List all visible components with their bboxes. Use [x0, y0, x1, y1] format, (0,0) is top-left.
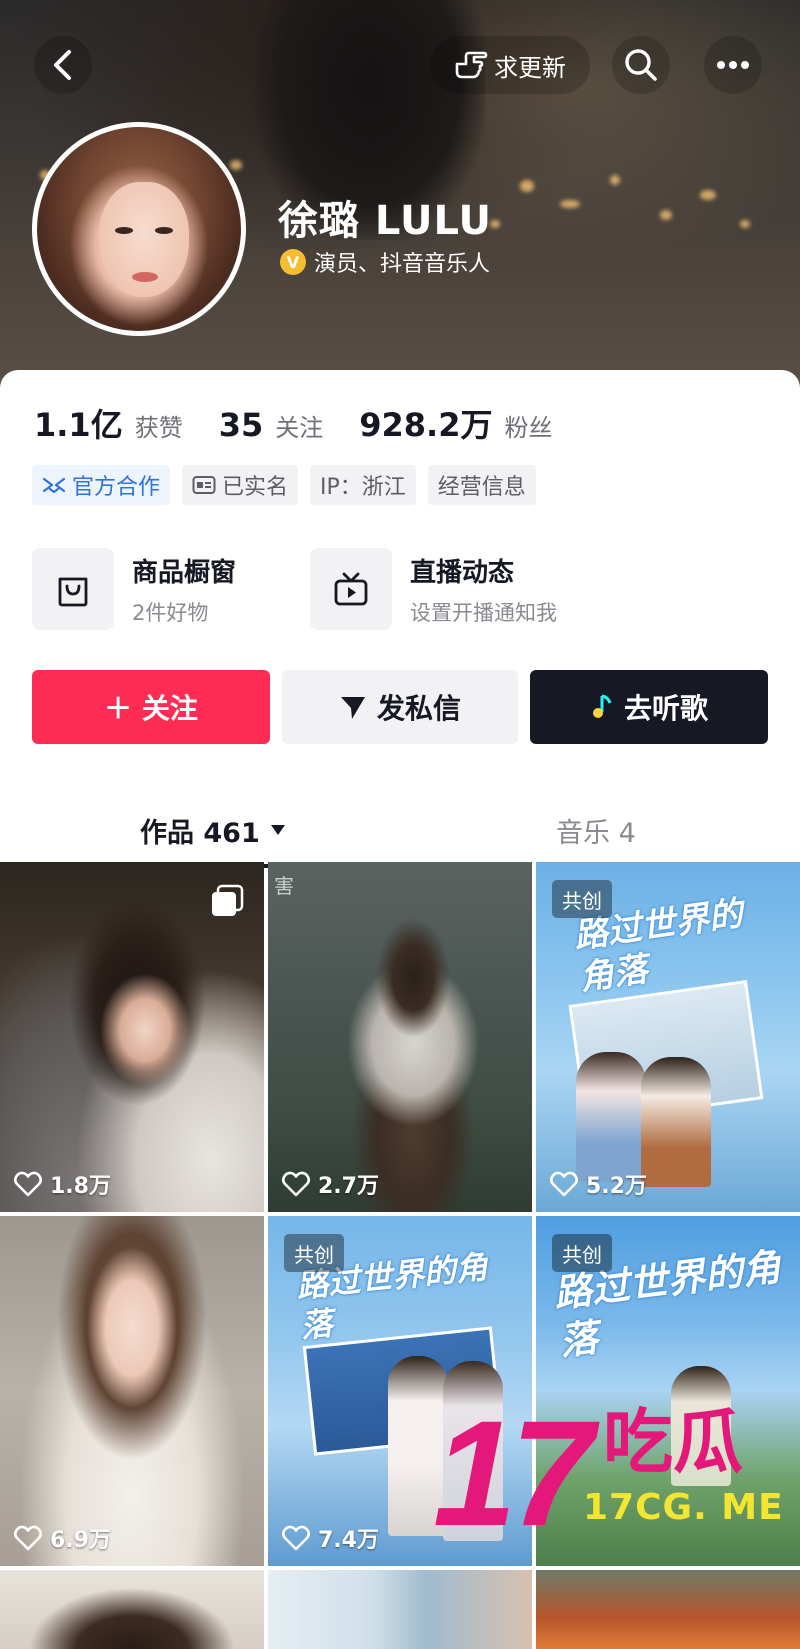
video-likes: 1.8万: [14, 1168, 111, 1200]
more-dots-icon: [717, 61, 749, 69]
id-card-icon: [192, 476, 216, 494]
more-button[interactable]: [704, 36, 762, 94]
verification-text: 演员、抖音音乐人: [314, 252, 491, 277]
cocreate-badge: 共创: [552, 880, 612, 918]
video-likes: 7.4万: [282, 1522, 379, 1554]
followers-label: 粉丝: [504, 414, 553, 442]
feature-row: 商品橱窗 2件好物 直播动态 设置开播通知我: [32, 548, 772, 630]
tab-music[interactable]: 音乐 4: [556, 790, 636, 870]
video-thumbnail[interactable]: [0, 1570, 264, 1649]
live-updates-entry[interactable]: 直播动态 设置开播通知我: [310, 548, 557, 630]
heart-icon: [550, 1171, 578, 1197]
action-buttons: ＋ 关注 发私信 去听歌: [32, 670, 768, 744]
cocreate-badge: 共创: [284, 1234, 344, 1272]
profile-name: 徐璐 LULU: [278, 198, 493, 244]
handshake-icon: [42, 477, 66, 494]
tag-business-info[interactable]: 经营信息: [427, 465, 536, 505]
tab-works[interactable]: 作品 461: [140, 790, 286, 870]
video-thumbnail[interactable]: 害 2.7万: [268, 862, 532, 1212]
chevron-left-icon: [54, 50, 71, 80]
request-update-button[interactable]: 求更新: [430, 36, 590, 94]
verified-badge-icon: V: [280, 249, 306, 275]
message-button[interactable]: 发私信: [282, 670, 518, 744]
heart-icon: [282, 1171, 310, 1197]
shop-window-entry[interactable]: 商品橱窗 2件好物: [32, 548, 236, 630]
video-thumbnail[interactable]: [536, 1570, 800, 1649]
following-count[interactable]: 35: [219, 406, 264, 444]
top-bar: 求更新: [0, 20, 800, 100]
music-note-icon: [592, 694, 612, 718]
likes-label: 获赞: [134, 414, 183, 442]
following-label: 关注: [275, 414, 324, 442]
watermark-logo: 17 吃瓜 17CG. ME: [433, 1389, 784, 1557]
tv-icon: [334, 572, 368, 606]
avatar[interactable]: [32, 122, 246, 336]
hand-pointer-icon: [455, 51, 488, 79]
heart-icon: [282, 1525, 310, 1551]
back-button[interactable]: [34, 36, 92, 94]
video-thumbnail[interactable]: 路过世界的角落 共创 5.2万: [536, 862, 800, 1212]
multi-image-icon: [212, 884, 244, 916]
search-button[interactable]: [612, 36, 670, 94]
video-thumbnail[interactable]: 6.9万: [0, 1216, 264, 1566]
poster-text: 害: [274, 874, 294, 898]
profile-tags: 官方合作 已实名 IP：浙江 经营信息: [32, 465, 536, 505]
listen-music-button[interactable]: 去听歌: [530, 670, 768, 744]
request-update-label: 求更新: [494, 53, 566, 82]
search-icon: [625, 49, 657, 81]
likes-count[interactable]: 1.1亿: [34, 400, 123, 446]
tag-verified-name[interactable]: 已实名: [182, 465, 299, 505]
tag-official-cooperation[interactable]: 官方合作: [32, 465, 171, 505]
content-tabs: 作品 461 音乐 4: [0, 790, 800, 870]
profile-header: 求更新 徐璐 LULU V 演员、抖音音乐人: [0, 0, 800, 390]
verification-row: V 演员、抖音音乐人: [280, 246, 490, 278]
shopping-bag-icon: [58, 577, 88, 607]
cocreate-badge: 共创: [552, 1234, 612, 1272]
caret-down-icon: [270, 825, 285, 835]
video-thumbnail[interactable]: 1.8万: [0, 862, 264, 1212]
stats-row: 1.1亿 获赞 35 关注 928.2万 粉丝: [34, 400, 576, 446]
video-likes: 5.2万: [550, 1168, 647, 1200]
follow-button[interactable]: ＋ 关注: [32, 670, 270, 744]
heart-icon: [14, 1525, 42, 1551]
video-likes: 6.9万: [14, 1522, 111, 1554]
video-likes: 2.7万: [282, 1168, 379, 1200]
heart-icon: [14, 1171, 42, 1197]
video-thumbnail[interactable]: [268, 1570, 532, 1649]
send-icon: [340, 697, 365, 719]
followers-count[interactable]: 928.2万: [359, 400, 492, 446]
tag-ip-location: IP：浙江: [310, 465, 416, 505]
